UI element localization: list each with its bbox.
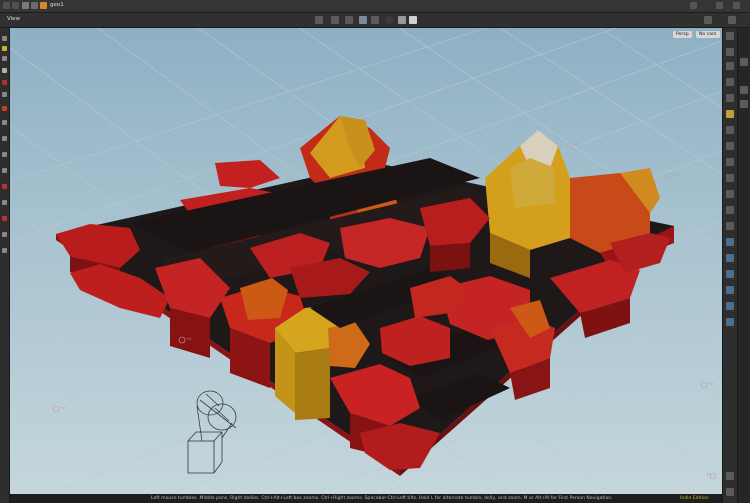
light-bulb-icon[interactable] bbox=[726, 110, 734, 118]
panel-arrow-icon[interactable] bbox=[740, 86, 748, 94]
transform-icon[interactable] bbox=[331, 16, 339, 24]
panel-icon[interactable] bbox=[740, 58, 748, 66]
settings-icon[interactable] bbox=[728, 16, 736, 24]
select-tool-icon[interactable] bbox=[2, 36, 7, 41]
object-path-icon[interactable] bbox=[31, 2, 38, 9]
measure-tool-icon[interactable] bbox=[2, 168, 7, 173]
visibility-icon[interactable] bbox=[385, 16, 393, 24]
status-bar: Left mouse tumbles. Middle pans. Right d… bbox=[10, 494, 722, 503]
grid-tool-icon[interactable] bbox=[2, 152, 7, 157]
uv-icon[interactable] bbox=[726, 222, 734, 230]
paint-tool-icon[interactable] bbox=[2, 216, 7, 221]
persp-menu-button[interactable]: Persp bbox=[673, 31, 692, 38]
template-icon[interactable] bbox=[726, 254, 734, 262]
left-tool-shelf bbox=[0, 28, 10, 503]
ghost-icon[interactable] bbox=[726, 238, 734, 246]
grid-marker-label: +0 bbox=[706, 473, 712, 477]
split-view-icon[interactable] bbox=[716, 2, 723, 9]
points-icon[interactable] bbox=[726, 142, 734, 150]
rotate-icon[interactable] bbox=[345, 16, 353, 24]
nav-back-icon[interactable] bbox=[3, 2, 10, 9]
home-icon[interactable] bbox=[22, 2, 29, 9]
brush-tool-icon[interactable] bbox=[2, 106, 7, 111]
grid-marker-label: +0 bbox=[186, 337, 192, 341]
lighting-icon[interactable] bbox=[726, 78, 734, 86]
edge-icon[interactable] bbox=[726, 190, 734, 198]
primitive-icon[interactable] bbox=[726, 206, 734, 214]
record-icon[interactable] bbox=[398, 16, 406, 24]
side-panel-strip bbox=[737, 28, 750, 503]
vertex-icon[interactable] bbox=[726, 174, 734, 182]
geo-node-icon bbox=[40, 2, 47, 9]
pose-tool-icon[interactable] bbox=[2, 92, 7, 97]
hidden-icon[interactable] bbox=[726, 318, 734, 326]
viewport-toolbar: View bbox=[0, 13, 750, 28]
group-icon[interactable] bbox=[726, 270, 734, 278]
grid-marker-label: +0 bbox=[708, 382, 714, 386]
camera-icon[interactable] bbox=[409, 16, 417, 24]
stats-icon[interactable] bbox=[726, 488, 734, 496]
camera-tool-icon[interactable] bbox=[2, 232, 7, 237]
light-tool-icon[interactable] bbox=[2, 200, 7, 205]
shading-icon[interactable] bbox=[726, 62, 734, 70]
viewport-canvas[interactable] bbox=[10, 28, 722, 494]
grid-marker-label: +0 bbox=[674, 173, 680, 177]
flipbook-icon[interactable] bbox=[2, 248, 7, 253]
guide-icon[interactable] bbox=[726, 286, 734, 294]
view-tool-icon[interactable] bbox=[2, 120, 7, 125]
info-icon[interactable] bbox=[726, 472, 734, 480]
handle-icon[interactable] bbox=[359, 16, 367, 24]
scale-tool-icon[interactable] bbox=[2, 68, 7, 73]
scene-viewport[interactable]: Persp No cam +0 +0 +0 +0 +0 +0 bbox=[10, 28, 722, 494]
move-tool-icon[interactable] bbox=[2, 46, 7, 51]
lock-icon[interactable] bbox=[726, 48, 734, 56]
snap-icon[interactable] bbox=[371, 16, 379, 24]
heightfield-geometry[interactable] bbox=[56, 116, 674, 476]
camera-wireframe[interactable] bbox=[187, 390, 237, 474]
grid-marker-label: +0 bbox=[60, 406, 66, 410]
rotate-tool-icon[interactable] bbox=[2, 56, 7, 61]
pin-icon[interactable] bbox=[690, 2, 697, 9]
select-icon[interactable] bbox=[315, 16, 323, 24]
display-options-icon[interactable] bbox=[704, 16, 712, 24]
view-menu-label[interactable]: View bbox=[7, 16, 20, 22]
bounding-box-icon[interactable] bbox=[726, 302, 734, 310]
grid-marker-label: +0 bbox=[574, 143, 580, 147]
render-region-icon[interactable] bbox=[2, 184, 7, 189]
background-icon[interactable] bbox=[726, 126, 734, 134]
top-bar: geo1 bbox=[0, 0, 750, 13]
geo-path-tab[interactable]: geo1 bbox=[50, 2, 64, 8]
panel-tab-icon[interactable] bbox=[740, 100, 748, 108]
wireframe-icon[interactable] bbox=[726, 94, 734, 102]
normals-icon[interactable] bbox=[726, 158, 734, 166]
snap-tool-icon[interactable] bbox=[2, 136, 7, 141]
menu-icon[interactable] bbox=[733, 2, 740, 9]
camera-menu-button[interactable]: No cam bbox=[696, 31, 720, 38]
display-icon[interactable] bbox=[726, 32, 734, 40]
status-message: Left mouse tumbles. Middle pans. Right d… bbox=[151, 496, 613, 501]
right-display-toolbar bbox=[722, 28, 737, 503]
nav-forward-icon[interactable] bbox=[12, 2, 19, 9]
edition-badge: Indie Edition bbox=[680, 496, 709, 501]
handle-tool-icon[interactable] bbox=[2, 80, 7, 85]
